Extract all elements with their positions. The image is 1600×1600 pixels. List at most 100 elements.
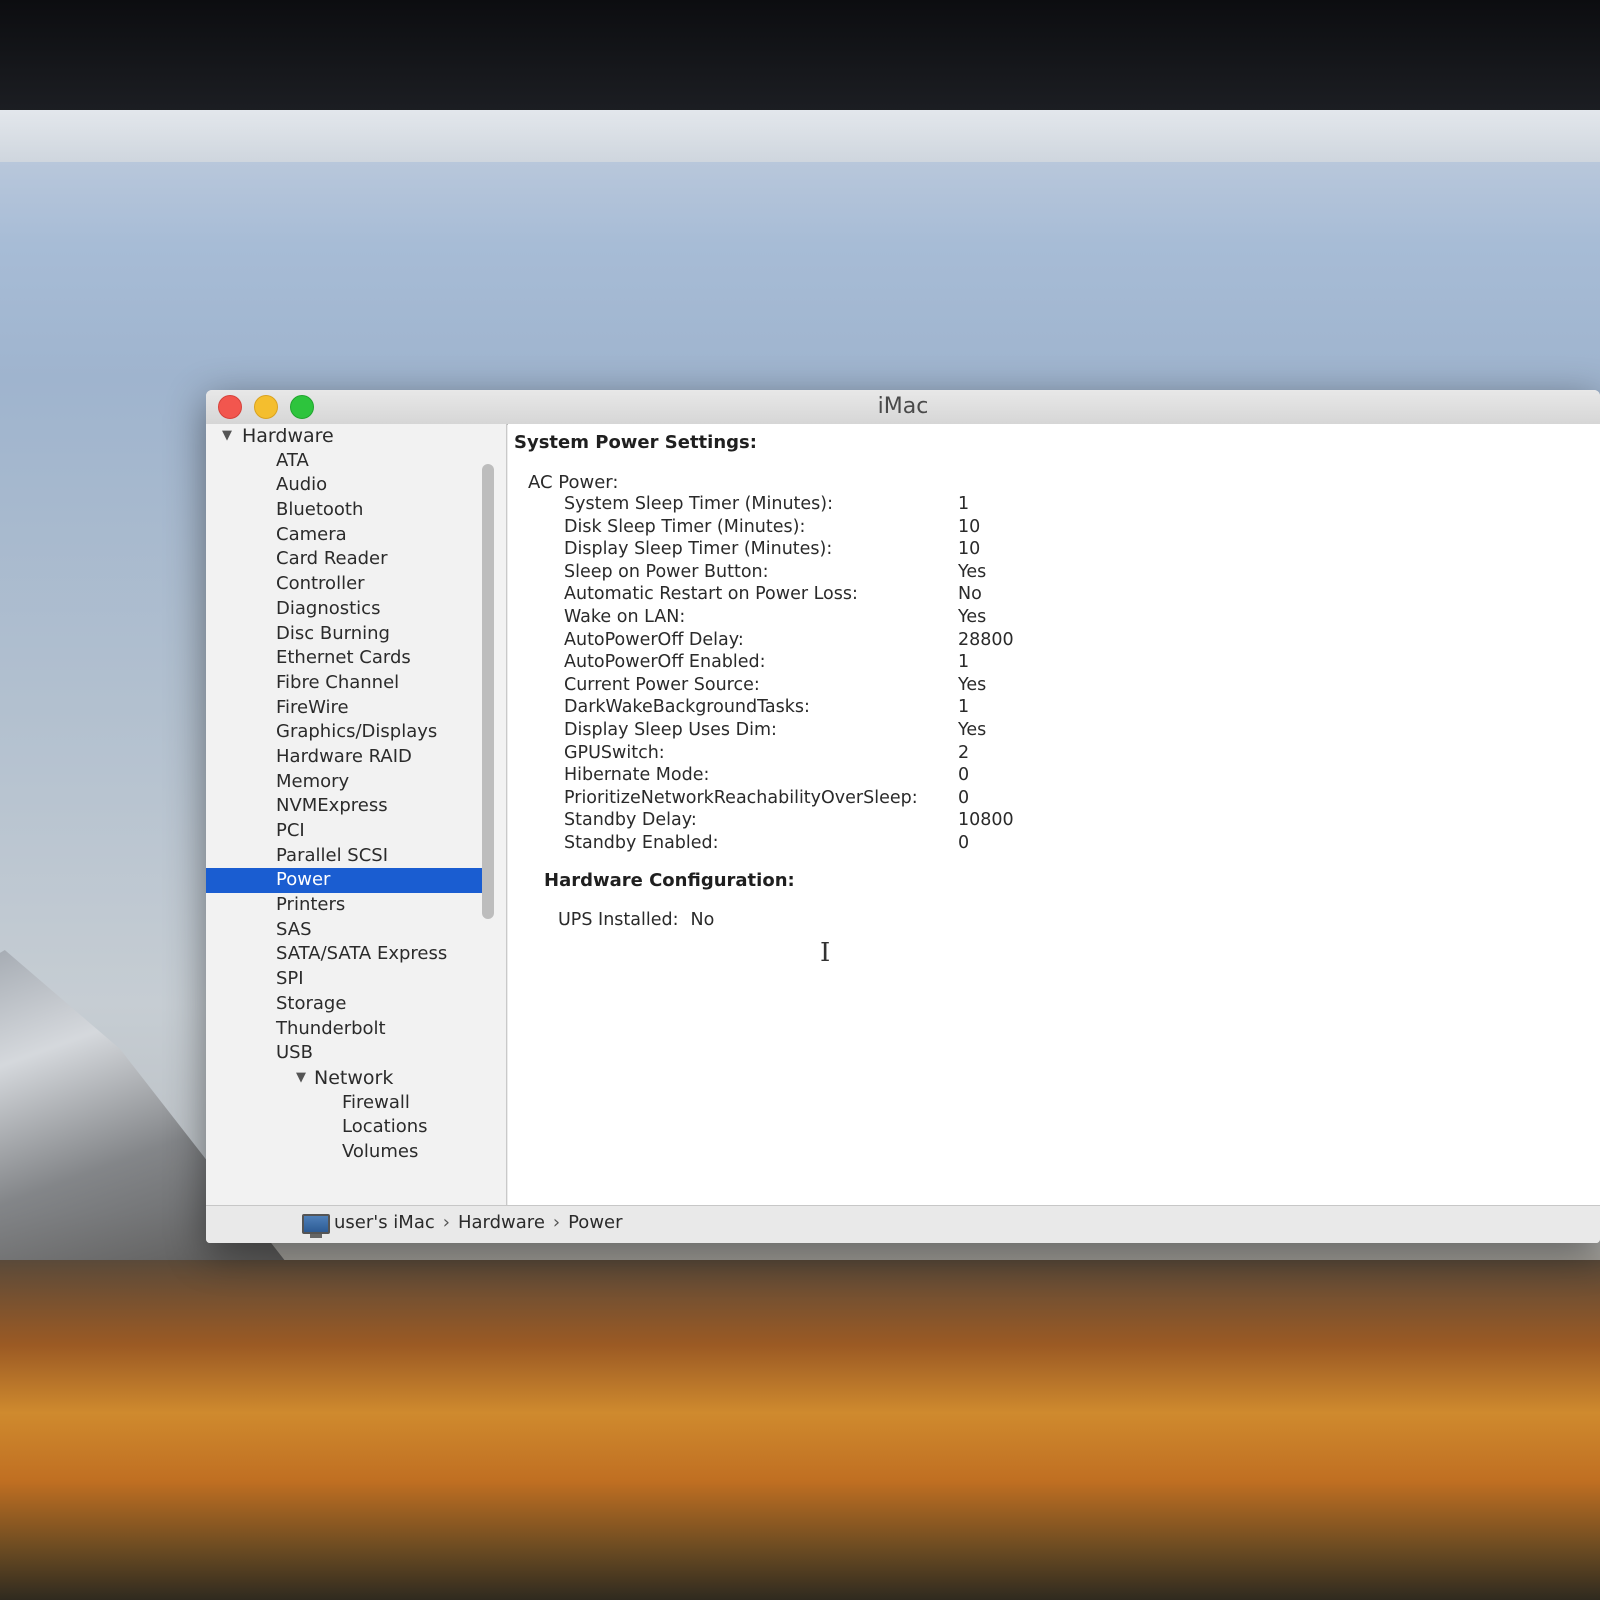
sidebar-item-label: Memory	[276, 770, 350, 792]
sidebar-group-hardware[interactable]: ▼ Hardware	[206, 424, 506, 449]
system-power-settings-heading: System Power Settings:	[514, 432, 757, 453]
sidebar-item-firewall[interactable]: Firewall	[206, 1091, 506, 1116]
sidebar-item-storage[interactable]: Storage	[206, 992, 506, 1017]
sidebar-item-label: Printers	[276, 894, 346, 916]
sidebar-item-label: Thunderbolt	[276, 1017, 386, 1039]
sidebar-scrollbar[interactable]	[482, 464, 494, 919]
sidebar: ▼ Hardware ATA Audio Bluetooth Camera Card Rea…	[206, 424, 507, 1205]
setting-value: No	[958, 584, 982, 605]
path-separator: ›	[442, 1212, 450, 1233]
setting-label: Disk Sleep Timer (Minutes):	[564, 516, 806, 537]
sidebar-item-usb[interactable]: USB	[206, 1041, 506, 1066]
sidebar-item-memory[interactable]: Memory	[206, 770, 506, 795]
sidebar-item-label: Ethernet Cards	[276, 647, 411, 669]
sidebar-item-label: Controller	[276, 573, 365, 595]
sidebar-item-spi[interactable]: SPI	[206, 967, 506, 992]
sidebar-item-label: SATA/SATA Express	[276, 943, 448, 965]
sidebar-item-controller[interactable]: Controller	[206, 572, 506, 597]
setting-label: Standby Delay:	[564, 810, 697, 831]
sidebar-item-thunderbolt[interactable]: Thunderbolt	[206, 1017, 506, 1042]
sidebar-item-label: ATA	[276, 449, 309, 471]
sidebar-item-parallel-scsi[interactable]: Parallel SCSI	[206, 844, 506, 869]
setting-label: Wake on LAN:	[564, 606, 686, 627]
title-bar[interactable]: iMac	[206, 390, 1600, 425]
sidebar-item-hardware-raid[interactable]: Hardware RAID	[206, 745, 506, 770]
setting-value: Yes	[958, 674, 987, 695]
sidebar-item-printers[interactable]: Printers	[206, 893, 506, 918]
sidebar-item-pci[interactable]: PCI	[206, 819, 506, 844]
sidebar-item-card-reader[interactable]: Card Reader	[206, 547, 506, 572]
sidebar-item-audio[interactable]: Audio	[206, 473, 506, 498]
sidebar-item-label: Hardware RAID	[276, 745, 412, 767]
sidebar-item-power[interactable]: Power	[206, 868, 494, 894]
setting-label: AutoPowerOff Enabled:	[564, 652, 766, 673]
sidebar-item-disc-burning[interactable]: Disc Burning	[206, 622, 506, 647]
sidebar-item-label: Camera	[276, 523, 347, 545]
sidebar-item-nvmexpress[interactable]: NVMExpress	[206, 794, 506, 819]
setting-label: AutoPowerOff Delay:	[564, 629, 744, 650]
sidebar-item-label: PCI	[276, 820, 305, 841]
sidebar-item-label: Fibre Channel	[276, 671, 400, 693]
sidebar-item-graphics-displays[interactable]: Graphics/Displays	[206, 720, 506, 745]
ups-label: UPS Installed:	[558, 910, 679, 930]
system-information-window: iMac ▼ Hardware ATA Audio Bluetooth Camera Car…	[206, 390, 1600, 1243]
sidebar-item-label: Graphics/Displays	[276, 721, 438, 743]
path-item[interactable]: Power	[568, 1212, 622, 1233]
setting-value: 10	[958, 516, 981, 537]
setting-value: Yes	[958, 606, 987, 627]
setting-value: Yes	[958, 561, 987, 582]
setting-label: Automatic Restart on Power Loss:	[564, 584, 858, 605]
setting-label: Display Sleep Timer (Minutes):	[564, 539, 833, 560]
sidebar-item-fibre-channel[interactable]: Fibre Channel	[206, 671, 506, 696]
setting-value: 2	[958, 742, 970, 763]
sidebar-item-ata[interactable]: ATA	[206, 449, 506, 474]
setting-value: Yes	[958, 719, 987, 740]
sidebar-item-label: Volumes	[342, 1140, 419, 1162]
ups-value: No	[690, 910, 715, 930]
sidebar-item-label: Diagnostics	[276, 597, 381, 619]
setting-value: 28800	[958, 629, 1014, 650]
sidebar-item-ethernet-cards[interactable]: Ethernet Cards	[206, 646, 506, 671]
setting-label: Current Power Source:	[564, 674, 760, 695]
setting-label: System Sleep Timer (Minutes):	[564, 494, 834, 514]
sidebar-item-label: Audio	[276, 474, 328, 496]
sidebar-item-label: Hardware	[242, 425, 334, 447]
setting-label: DarkWakeBackgroundTasks:	[564, 697, 810, 718]
sidebar-item-bluetooth[interactable]: Bluetooth	[206, 498, 506, 523]
wallpaper-forest	[0, 1260, 1600, 1600]
sidebar-item-label: Disc Burning	[276, 622, 390, 644]
computer-icon	[302, 1214, 330, 1238]
disclosure-triangle-icon[interactable]: ▼	[222, 424, 232, 449]
setting-value: 0	[958, 832, 970, 853]
monitor-bezel	[0, 0, 1600, 120]
sidebar-item-volumes[interactable]: Volumes	[206, 1140, 506, 1165]
path-item[interactable]: user's iMac	[334, 1212, 435, 1233]
menu-bar	[0, 110, 1600, 162]
setting-label: Standby Enabled:	[564, 832, 719, 853]
disclosure-triangle-icon[interactable]: ▼	[296, 1066, 306, 1091]
setting-value: 1	[958, 494, 970, 514]
path-separator: ›	[552, 1212, 561, 1233]
sidebar-item-diagnostics[interactable]: Diagnostics	[206, 597, 506, 622]
sidebar-item-camera[interactable]: Camera	[206, 523, 506, 548]
sidebar-item-sas[interactable]: SAS	[206, 918, 506, 943]
sidebar-group-network[interactable]: ▼ Network	[206, 1066, 506, 1091]
setting-value: 1	[958, 652, 970, 673]
setting-value: 10800	[958, 810, 1014, 831]
sidebar-list: ▼ Hardware ATA Audio Bluetooth Camera Card Rea…	[206, 424, 506, 1165]
setting-value: 10	[958, 539, 981, 560]
setting-value: 1	[958, 697, 970, 718]
sidebar-item-label: Bluetooth	[276, 499, 364, 521]
sidebar-item-sata-sata-express[interactable]: SATA/SATA Express	[206, 942, 506, 967]
sidebar-item-label: Storage	[276, 992, 347, 1014]
path-item[interactable]: Hardware	[458, 1212, 545, 1233]
sidebar-item-firewire[interactable]: FireWire	[206, 696, 506, 721]
sidebar-item-label: Card Reader	[276, 548, 388, 570]
sidebar-item-label: Parallel SCSI	[276, 844, 389, 866]
setting-value: 0	[958, 765, 970, 786]
sidebar-item-label: NVMExpress	[276, 795, 388, 817]
setting-label: Hibernate Mode:	[564, 765, 710, 786]
hardware-configuration-heading: Hardware Configuration:	[544, 870, 795, 891]
setting-label: PrioritizeNetworkReachabilityOverSleep:	[564, 787, 918, 808]
sidebar-item-locations[interactable]: Locations	[206, 1115, 506, 1140]
